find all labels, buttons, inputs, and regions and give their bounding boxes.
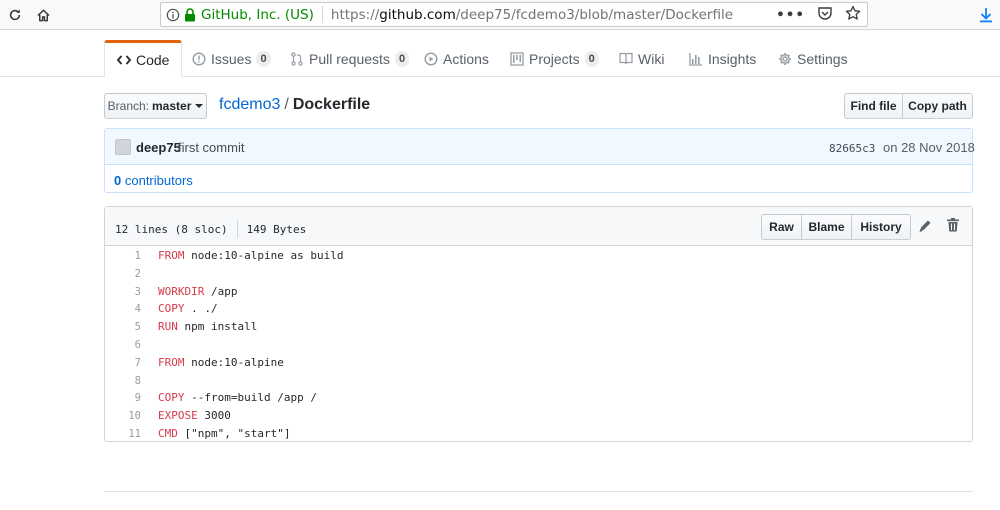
- gear-icon: [778, 52, 792, 66]
- tab-label: Wiki: [638, 50, 665, 67]
- file-view: 12 lines (8 sloc) 149 Bytes Raw Blame Hi…: [104, 206, 973, 442]
- line-number[interactable]: 10: [105, 407, 141, 425]
- bookmark-star-icon[interactable]: [845, 5, 861, 25]
- file-size: 149 Bytes: [246, 222, 307, 236]
- url-bar[interactable]: GitHub, Inc. (US) https://github.com/dee…: [160, 2, 868, 27]
- contributors-link[interactable]: 0 contributors: [114, 173, 193, 188]
- repo-nav: Code Issues 0 Pull requests 0 Actions Pr…: [0, 40, 1000, 78]
- reload-icon[interactable]: [4, 4, 26, 26]
- tab-wiki[interactable]: Wiki: [619, 40, 664, 77]
- code-line: 4 COPY . ./: [105, 300, 972, 318]
- code-line: 8: [105, 372, 972, 390]
- code-line: 1 FROM node:10-alpine as build: [105, 247, 972, 265]
- pull-requests-counter: 0: [394, 50, 410, 67]
- url-text[interactable]: https://github.com/deep75/fcdemo3/blob/m…: [331, 7, 776, 23]
- line-number[interactable]: 11: [105, 425, 141, 443]
- play-icon: [424, 51, 438, 66]
- line-number[interactable]: 6: [105, 336, 141, 354]
- contributors-label: contributors: [124, 173, 193, 188]
- project-icon: [510, 51, 524, 66]
- tab-actions[interactable]: Actions: [424, 40, 489, 77]
- projects-counter: 0: [584, 50, 599, 67]
- line-number[interactable]: 4: [105, 300, 141, 318]
- tab-label: Pull requests: [309, 50, 390, 67]
- line-number[interactable]: 7: [105, 354, 141, 372]
- tab-settings[interactable]: Settings: [778, 40, 848, 77]
- file-info: 12 lines (8 sloc) 149 Bytes: [115, 220, 306, 238]
- commit-date: on 28 Nov 2018: [883, 140, 975, 155]
- issue-icon: [192, 51, 206, 66]
- line-number[interactable]: 1: [105, 247, 141, 265]
- tab-label: Code: [136, 52, 170, 68]
- line-number[interactable]: 3: [105, 283, 141, 301]
- tab-code[interactable]: Code: [104, 40, 183, 78]
- url-separator: [321, 6, 323, 23]
- site-identity: GitHub, Inc. (US): [201, 6, 314, 23]
- file-info-divider: [236, 220, 238, 238]
- blame-button[interactable]: Blame: [801, 214, 852, 240]
- branch-select-button[interactable]: Branch: master: [104, 93, 207, 119]
- tab-label: Issues: [211, 50, 252, 67]
- commit-header: deep75 first commit 82665c3 on 28 Nov 20…: [105, 129, 975, 165]
- code-line: 6: [105, 336, 972, 354]
- home-icon[interactable]: [32, 4, 54, 26]
- code-line: 10 EXPOSE 3000: [105, 407, 972, 425]
- tab-issues[interactable]: Issues 0: [192, 40, 271, 77]
- commit-author-link[interactable]: deep75: [136, 140, 181, 155]
- page-actions-icon[interactable]: •••: [776, 7, 805, 23]
- code-line: 9 COPY --from=build /app /: [105, 389, 972, 407]
- code-line: 11 CMD ["npm", "start"]: [105, 425, 972, 443]
- code-line: 5 RUN npm install: [105, 318, 972, 336]
- contributors-count: 0: [114, 173, 122, 188]
- branch-label: Branch:: [107, 99, 149, 113]
- breadcrumb: fcdemo3/Dockerfile: [219, 96, 370, 114]
- breadcrumb-repo-link[interactable]: fcdemo3: [219, 96, 280, 113]
- graph-icon: [689, 52, 703, 66]
- tab-label: Actions: [443, 50, 489, 67]
- line-number[interactable]: 9: [105, 389, 141, 407]
- caret-down-icon: [195, 104, 204, 108]
- find-file-button[interactable]: Find file: [844, 93, 903, 119]
- raw-button[interactable]: Raw: [761, 214, 802, 240]
- code-line: 3 WORKDIR /app: [105, 283, 972, 301]
- browser-toolbar: GitHub, Inc. (US) https://github.com/dee…: [0, 0, 1000, 30]
- history-button[interactable]: History: [851, 214, 911, 240]
- avatar[interactable]: [115, 139, 131, 155]
- code-line: 7 FROM node:10-alpine: [105, 354, 972, 372]
- code-line: 2: [105, 265, 972, 283]
- breadcrumb-file: Dockerfile: [292, 96, 371, 113]
- copy-path-button[interactable]: Copy path: [902, 93, 973, 119]
- download-icon[interactable]: [976, 4, 996, 26]
- commit-tease: deep75 first commit 82665c3 on 28 Nov 20…: [104, 128, 975, 193]
- pencil-icon[interactable]: [917, 218, 933, 234]
- line-number[interactable]: 8: [105, 372, 141, 390]
- lock-icon: [183, 7, 197, 22]
- tab-label: Projects: [529, 50, 580, 67]
- issues-counter: 0: [256, 50, 271, 67]
- tab-label: Settings: [797, 50, 848, 67]
- info-icon[interactable]: [166, 8, 180, 22]
- pull-request-icon: [290, 51, 304, 66]
- file-lines-info: 12 lines (8 sloc): [115, 222, 228, 236]
- tab-pull-requests[interactable]: Pull requests 0: [290, 40, 410, 77]
- code-icon: [117, 53, 131, 67]
- footer-divider: [104, 491, 973, 492]
- line-number[interactable]: 5: [105, 318, 141, 336]
- tab-projects[interactable]: Projects 0: [510, 40, 599, 77]
- tab-insights[interactable]: Insights: [689, 40, 756, 77]
- file-header: 12 lines (8 sloc) 149 Bytes Raw Blame Hi…: [105, 207, 972, 246]
- pocket-icon[interactable]: [817, 5, 833, 25]
- line-number[interactable]: 2: [105, 265, 141, 283]
- commit-message-link[interactable]: first commit: [178, 140, 244, 155]
- book-icon: [619, 52, 633, 66]
- breadcrumb-separator: /: [284, 96, 289, 113]
- tab-label: Insights: [708, 50, 757, 67]
- branch-value: master: [152, 99, 192, 113]
- commit-sha-link[interactable]: 82665c3: [829, 142, 875, 155]
- trash-icon[interactable]: [946, 217, 962, 233]
